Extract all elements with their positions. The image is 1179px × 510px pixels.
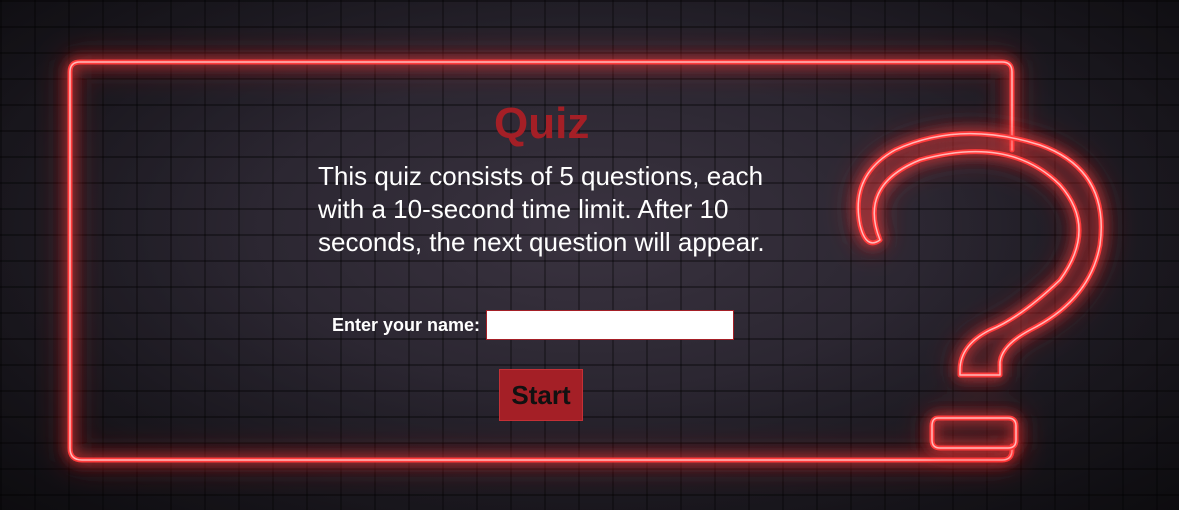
quiz-description: This quiz consists of 5 questions, each …	[318, 161, 765, 257]
neon-question-mark-icon	[855, 131, 1104, 451]
name-input[interactable]	[486, 310, 735, 340]
name-entry-row: Enter your name:	[332, 310, 735, 340]
start-button[interactable]: Start	[499, 369, 583, 421]
page-title: Quiz	[494, 99, 590, 148]
name-label: Enter your name:	[332, 314, 481, 335]
